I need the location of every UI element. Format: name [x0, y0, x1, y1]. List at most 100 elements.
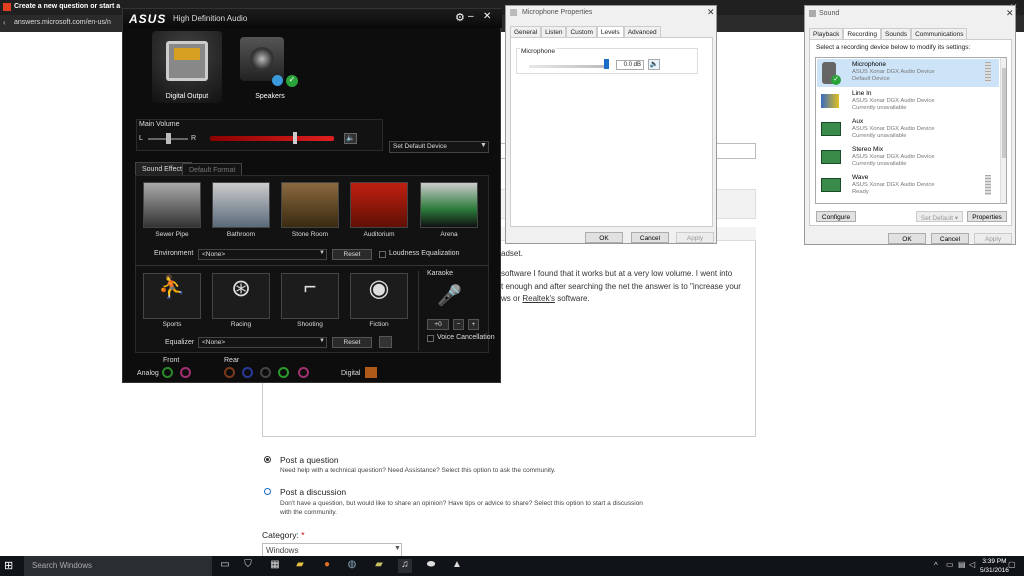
main-volume-label: Main Volume: [139, 121, 180, 128]
main-volume-bar[interactable]: [210, 136, 334, 141]
cancel-button[interactable]: Cancel: [931, 233, 969, 244]
battery-icon[interactable]: ▭: [946, 560, 954, 569]
recording-instruction: Select a recording device below to modif…: [816, 44, 971, 51]
ok-button[interactable]: OK: [585, 232, 623, 243]
taskbar-clock[interactable]: 3:39 PM 5/31/2016: [980, 557, 1009, 575]
minimize-icon[interactable]: –: [468, 11, 474, 22]
microphone-properties-window: Microphone Properties ✕ General Listen Cus…: [505, 5, 717, 244]
racing-steering-wheel-icon[interactable]: ⊛: [212, 273, 270, 319]
mouse-app-icon[interactable]: ⬬: [424, 559, 438, 573]
list-item[interactable]: Line In ASUS Xonar DGX Audio Device Curr…: [817, 88, 999, 116]
sports-preset-icon[interactable]: ⛹: [143, 273, 201, 319]
set-default-button[interactable]: Set Default ▾: [916, 211, 963, 222]
balance-slider[interactable]: [166, 133, 171, 144]
ok-button[interactable]: OK: [888, 233, 926, 244]
volume-icon[interactable]: ◁: [969, 560, 975, 569]
apply-button[interactable]: Apply: [974, 233, 1012, 244]
digital-spdif-icon[interactable]: [365, 367, 377, 378]
front-green-jack-icon[interactable]: [162, 367, 173, 378]
list-item[interactable]: Wave ASUS Xonar DGX Audio Device Ready: [817, 172, 999, 200]
close-icon[interactable]: ✕: [707, 7, 715, 18]
rear-orange-jack-icon[interactable]: [224, 367, 235, 378]
folder-icon[interactable]: ▰: [372, 559, 386, 573]
list-item[interactable]: Aux ASUS Xonar DGX Audio Device Currentl…: [817, 116, 999, 144]
list-item[interactable]: ✓ Microphone ASUS Xonar DGX Audio Device…: [817, 59, 999, 87]
configure-button[interactable]: Configure: [816, 211, 856, 222]
rear-blue-jack-icon[interactable]: [242, 367, 253, 378]
scrollbar-thumb[interactable]: [1002, 68, 1006, 158]
chevron-up-icon[interactable]: ^: [934, 561, 938, 570]
steam-icon[interactable]: ◍: [345, 559, 359, 573]
mute-speaker-icon[interactable]: 🔈: [648, 59, 660, 70]
preset-label: Shooting: [297, 321, 323, 328]
task-view-icon[interactable]: ▭: [218, 559, 232, 573]
equalizer-select[interactable]: <None>: [198, 337, 327, 348]
headset-badge-icon: [272, 75, 283, 86]
recording-device-list: ✓ Microphone ASUS Xonar DGX Audio Device…: [815, 57, 1007, 204]
back-icon[interactable]: ‹: [3, 18, 6, 27]
device-driver: ASUS Xonar DGX Audio Device: [852, 182, 935, 188]
shooting-gun-icon[interactable]: ⌐: [281, 273, 339, 319]
rear-pink-jack-icon[interactable]: [298, 367, 309, 378]
chevron-down-icon: ▼: [319, 338, 325, 344]
gear-icon[interactable]: ⚙: [455, 11, 465, 24]
audio-app-icon[interactable]: ♫: [398, 559, 412, 573]
microphone-icon[interactable]: 🎤: [437, 283, 462, 308]
notifications-icon[interactable]: ▢: [1008, 560, 1016, 569]
windows-start-icon[interactable]: ⊞: [4, 559, 18, 573]
voice-cancel-label: Voice Cancellation: [437, 334, 495, 341]
environment-reset-button[interactable]: Reset: [332, 249, 372, 260]
asus-logo: ASUS: [129, 12, 167, 26]
loudness-checkbox[interactable]: [379, 251, 386, 258]
sewer-pipe-effect[interactable]: [143, 182, 201, 228]
post-question-radio[interactable]: [264, 456, 271, 463]
close-icon[interactable]: ✕: [1006, 8, 1014, 19]
environment-select[interactable]: <None>: [198, 249, 327, 260]
network-icon[interactable]: ▤: [958, 560, 966, 569]
list-item[interactable]: Stereo Mix ASUS Xonar DGX Audio Device C…: [817, 144, 999, 172]
karaoke-plus-button[interactable]: +: [468, 319, 479, 330]
microphone-level-slider[interactable]: [604, 59, 609, 69]
close-icon[interactable]: ✕: [483, 11, 491, 22]
body-text: adset.: [501, 249, 523, 258]
equalizer-settings-icon[interactable]: [379, 336, 392, 348]
post-discussion-radio[interactable]: [264, 488, 271, 495]
auditorium-effect[interactable]: [350, 182, 408, 228]
properties-button[interactable]: Properties: [967, 211, 1007, 222]
equalizer-label: Equalizer: [165, 339, 195, 346]
effect-label: Arena: [440, 231, 458, 238]
microphone-level-value[interactable]: 0.0 dB: [616, 60, 644, 70]
voice-cancel-checkbox[interactable]: [427, 335, 434, 342]
calculator-icon[interactable]: ▦: [268, 559, 282, 573]
taskbar-search[interactable]: Search Windows: [24, 556, 212, 576]
rear-black-jack-icon[interactable]: [260, 367, 271, 378]
scrollbar[interactable]: [1000, 58, 1006, 203]
sound-window-icon: [809, 10, 816, 17]
karaoke-minus-button[interactable]: −: [453, 319, 464, 330]
rear-green-jack-icon[interactable]: [278, 367, 289, 378]
display-icon: [174, 48, 200, 60]
store-icon[interactable]: ⛉: [241, 559, 255, 573]
equalizer-reset-button[interactable]: Reset: [332, 337, 372, 348]
cancel-button[interactable]: Cancel: [631, 232, 669, 243]
category-select[interactable]: Windows: [262, 543, 402, 557]
arena-effect[interactable]: [420, 182, 478, 228]
stone-room-effect[interactable]: [281, 182, 339, 228]
fiction-planet-icon[interactable]: ◉: [350, 273, 408, 319]
mic-window-icon: [510, 9, 517, 16]
line-in-icon: [821, 94, 839, 108]
image-app-icon[interactable]: ▲: [450, 559, 464, 573]
firefox-icon[interactable]: ●: [320, 559, 334, 573]
apply-button[interactable]: Apply: [676, 232, 714, 243]
address-bar[interactable]: answers.microsoft.com/en-us/n: [14, 19, 111, 26]
speakers-label: Speakers: [255, 93, 285, 100]
front-pink-jack-icon[interactable]: [180, 367, 191, 378]
default-device-select[interactable]: Set Default Device: [389, 141, 489, 153]
post-discussion-desc: with the community.: [280, 509, 337, 516]
realtek-link[interactable]: Realtek's: [522, 294, 555, 303]
browser-tab[interactable]: Create a new question or start a d...: [0, 0, 122, 14]
file-explorer-icon[interactable]: ▰: [293, 559, 307, 573]
mute-speaker-icon[interactable]: 🔈: [344, 133, 357, 144]
main-volume-slider[interactable]: [292, 132, 297, 144]
bathroom-effect[interactable]: [212, 182, 270, 228]
